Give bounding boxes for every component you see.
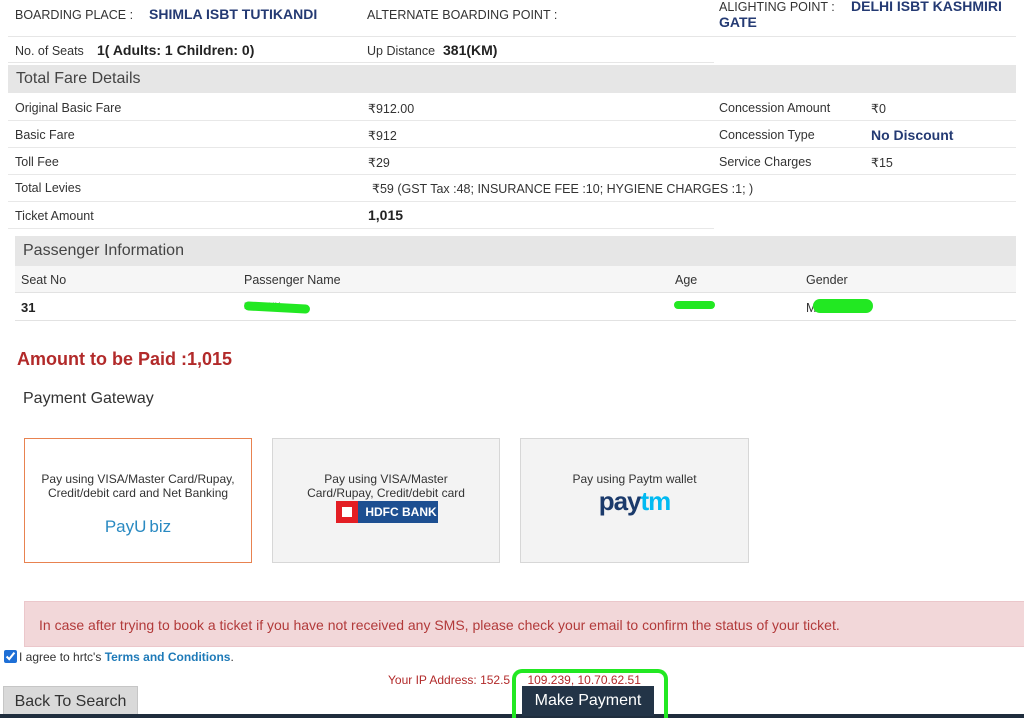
- basic-fare-label: Basic Fare: [15, 128, 75, 142]
- redaction-mark: [813, 299, 873, 313]
- payu-logo-text: PayU: [104, 517, 147, 536]
- fare-row: [8, 121, 1016, 148]
- paytm-gateway-option[interactable]: Pay using Paytm wallet paytm: [520, 438, 749, 563]
- seat-no-value: 31: [21, 300, 36, 315]
- passenger-name-header: Passenger Name: [244, 273, 341, 287]
- payu-logo-biz: biz: [149, 517, 172, 536]
- payment-gateway-title: Payment Gateway: [23, 390, 154, 407]
- age-header: Age: [675, 273, 698, 287]
- terms-suffix: .: [230, 650, 234, 664]
- toll-fee-value: ₹29: [368, 156, 390, 170]
- fare-row: [8, 148, 1016, 175]
- amount-to-be-paid: Amount to be Paid :1,015: [17, 349, 233, 369]
- sms-notice-banner: In case after trying to book a ticket if…: [24, 601, 1024, 647]
- redaction-mark: [674, 301, 715, 309]
- fare-row: [8, 94, 1016, 121]
- terms-prefix: I agree to hrtc's: [19, 650, 102, 664]
- ticket-amount-value: 1,015: [368, 207, 404, 223]
- seats-divider: [8, 62, 714, 63]
- header-divider: [8, 36, 1016, 37]
- hdfc-logo-text: HDFC BANK: [365, 505, 437, 519]
- concession-type-label: Concession Type: [719, 128, 815, 142]
- total-levies-value: ₹59 (GST Tax :48; INSURANCE FEE :10; HYG…: [372, 182, 754, 196]
- basic-fare-value: ₹912: [368, 129, 397, 143]
- alighting-point-value: DELHI ISBT KASHMIRI: [851, 0, 1002, 14]
- service-charges-value: ₹15: [871, 156, 893, 170]
- payu-gateway-option[interactable]: Pay using VISA/Master Card/Rupay, Credit…: [24, 438, 252, 563]
- original-basic-fare-value: ₹912.00: [368, 102, 415, 116]
- boarding-place-value: SHIMLA ISBT TUTIKANDI: [149, 6, 318, 22]
- seats-label: No. of Seats: [15, 44, 84, 58]
- ip-value: 152.5: [480, 673, 511, 687]
- seat-no-header: Seat No: [21, 273, 67, 287]
- alighting-point-value-line2: GATE: [719, 14, 757, 30]
- alternate-boarding-label: ALTERNATE BOARDING POINT :: [367, 8, 558, 22]
- passenger-section-title: Passenger Information: [15, 236, 1016, 266]
- concession-amount-label: Concession Amount: [719, 101, 831, 115]
- paytm-logo-pay: pay: [598, 486, 642, 516]
- hdfc-logo: HDFC BANK: [336, 501, 438, 523]
- concession-type-value: No Discount: [871, 127, 954, 143]
- ticket-amount-label: Ticket Amount: [15, 209, 94, 223]
- hdfc-gateway-option[interactable]: Pay using VISA/Master Card/Rupay, Credit…: [272, 438, 500, 563]
- payu-logo: PayU biz: [25, 517, 251, 537]
- payu-option-text: Pay using VISA/Master Card/Rupay, Credit…: [41, 472, 235, 500]
- original-basic-fare-label: Original Basic Fare: [15, 101, 122, 115]
- distance-value: 381(KM): [443, 42, 498, 58]
- terms-agree-text: I agree to hrtc's Terms and Conditions.: [19, 650, 234, 664]
- paytm-option-text: Pay using Paytm wallet: [572, 472, 697, 486]
- fare-section-title: Total Fare Details: [8, 65, 1016, 93]
- seats-value: 1( Adults: 1 Children: 0): [97, 42, 255, 58]
- ip-label: Your IP Address:: [388, 673, 477, 687]
- distance-label: Up Distance: [367, 44, 436, 58]
- passenger-table-header: [15, 266, 1016, 293]
- terms-link[interactable]: Terms and Conditions: [105, 650, 231, 664]
- service-charges-label: Service Charges: [719, 155, 812, 169]
- hdfc-emblem-icon: [336, 501, 358, 523]
- hdfc-option-text: Pay using VISA/Master Card/Rupay, Credit…: [307, 472, 465, 500]
- paytm-logo: paytm: [521, 486, 748, 517]
- toll-fee-label: Toll Fee: [15, 155, 59, 169]
- alighting-point-label: ALIGHTING POINT :: [719, 0, 835, 14]
- fare-row: [8, 202, 714, 229]
- gender-header: Gender: [806, 273, 848, 287]
- concession-amount-value: ₹0: [871, 102, 886, 116]
- total-levies-label: Total Levies: [15, 181, 82, 195]
- sms-notice-text: In case after trying to book a ticket if…: [39, 617, 840, 633]
- highlight-outline: [512, 669, 668, 718]
- terms-checkbox[interactable]: [4, 650, 17, 663]
- paytm-logo-tm: tm: [640, 486, 672, 516]
- boarding-place-label: BOARDING PLACE :: [15, 8, 134, 22]
